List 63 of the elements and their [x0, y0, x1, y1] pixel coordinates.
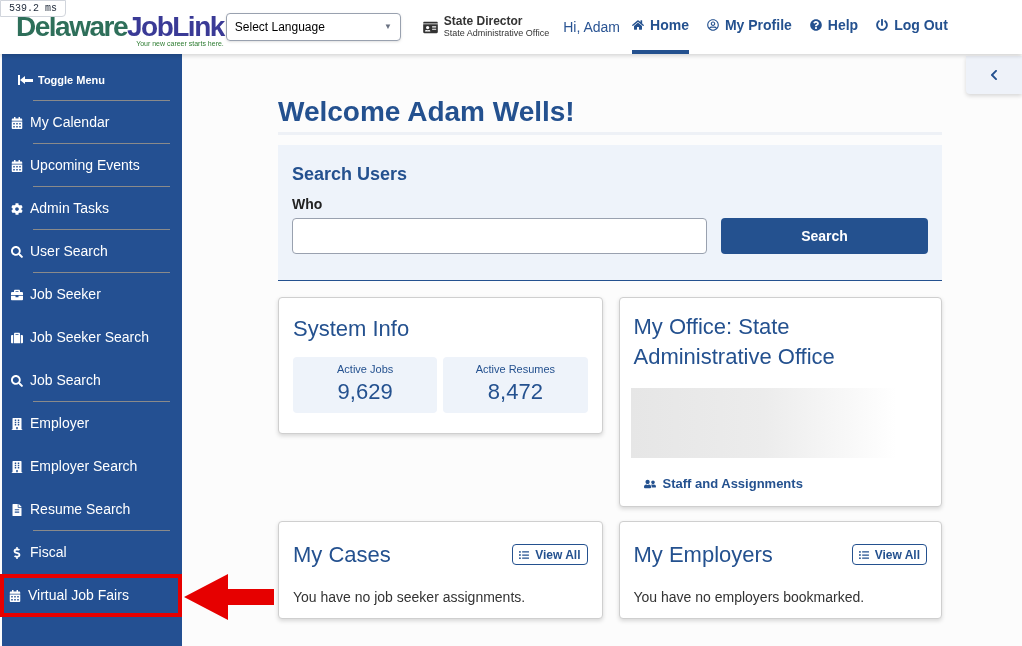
stat-label: Active Resumes: [475, 362, 556, 377]
list-icon: [858, 549, 869, 560]
logo-text: JobLink: [126, 14, 224, 40]
welcome-heading: Welcome Adam Wells!: [278, 95, 576, 129]
nav-link[interactable]: Home: [632, 0, 689, 54]
list-icon: [519, 549, 530, 560]
sidebar-item[interactable]: User Search: [2, 230, 182, 273]
sidebar-item[interactable]: Job Seeker Search: [2, 316, 182, 359]
staff-link[interactable]: Staff and Assignments: [643, 474, 927, 494]
calendar-icon: [11, 159, 23, 172]
field-label: Who: [292, 195, 324, 214]
view-all-button[interactable]: View All: [512, 544, 588, 565]
language-select[interactable]: Select Language ▼: [225, 13, 401, 41]
nav-link[interactable]: My Profile: [706, 0, 792, 54]
sidebar-item[interactable]: Resume Search: [2, 488, 182, 531]
chevron-left-icon: [989, 69, 999, 81]
card-title: My Cases: [293, 541, 391, 569]
users-icon: [643, 477, 656, 490]
building-icon: [11, 460, 23, 473]
calendar-icon: [9, 589, 21, 602]
help-icon: [809, 19, 822, 31]
stat-label: Active Jobs: [337, 362, 394, 377]
power-icon: [876, 19, 889, 31]
gear-icon: [11, 202, 23, 215]
search-icon: [11, 374, 23, 387]
id-card-icon: [422, 20, 438, 34]
sidebar-item[interactable]: Upcoming Events: [2, 144, 182, 187]
card-title: System Info: [293, 315, 411, 343]
search-title: Search Users: [292, 163, 409, 186]
stat-value: 8,472: [487, 377, 543, 406]
toggle-arrow-icon: [18, 75, 34, 85]
calendar-icon: [11, 116, 23, 129]
logo-text: Delaware: [16, 14, 127, 40]
nav-link[interactable]: Help: [809, 0, 859, 54]
home-icon: [632, 19, 644, 31]
sidebar-item[interactable]: Employer Search: [2, 445, 182, 488]
search-button[interactable]: Search: [721, 218, 928, 254]
who-input-field[interactable]: [292, 218, 707, 254]
user-search-icon: [11, 245, 23, 258]
suitcase-icon: [11, 331, 23, 344]
empty-message: You have no employers bookmarked.: [633, 588, 866, 607]
building-icon: [11, 417, 23, 430]
sidebar-item[interactable]: My Calendar: [2, 101, 182, 144]
nav-link[interactable]: Log Out: [876, 0, 948, 54]
toggle-menu-button[interactable]: Toggle Menu: [38, 71, 105, 89]
document-icon: [11, 503, 23, 516]
view-all-button[interactable]: View All: [851, 544, 927, 565]
sidebar-item[interactable]: Fiscal: [2, 531, 182, 574]
card-title: My Employers: [633, 541, 773, 569]
sidebar-item[interactable]: Job Seeker: [2, 273, 182, 316]
stat-value: 9,629: [337, 377, 393, 406]
sidebar-item[interactable]: Employer: [2, 402, 182, 445]
timer-badge: 539.2 ms: [0, 0, 66, 17]
briefcase-icon: [11, 288, 23, 301]
sidebar-item[interactable]: Virtual Job Fairs: [0, 574, 182, 617]
sidebar-item[interactable]: Admin Tasks: [2, 187, 182, 230]
role-office: State Administrative Office: [443, 27, 550, 39]
role-title: State Director: [443, 15, 524, 27]
sidebar-item[interactable]: Job Search: [2, 359, 182, 402]
greeting-text: Hi, Adam: [563, 17, 620, 37]
card-title: My Office: State Administrative Office: [633, 313, 836, 371]
dollar-icon: [11, 546, 23, 559]
empty-message: You have no job seeker assignments.: [293, 588, 527, 607]
